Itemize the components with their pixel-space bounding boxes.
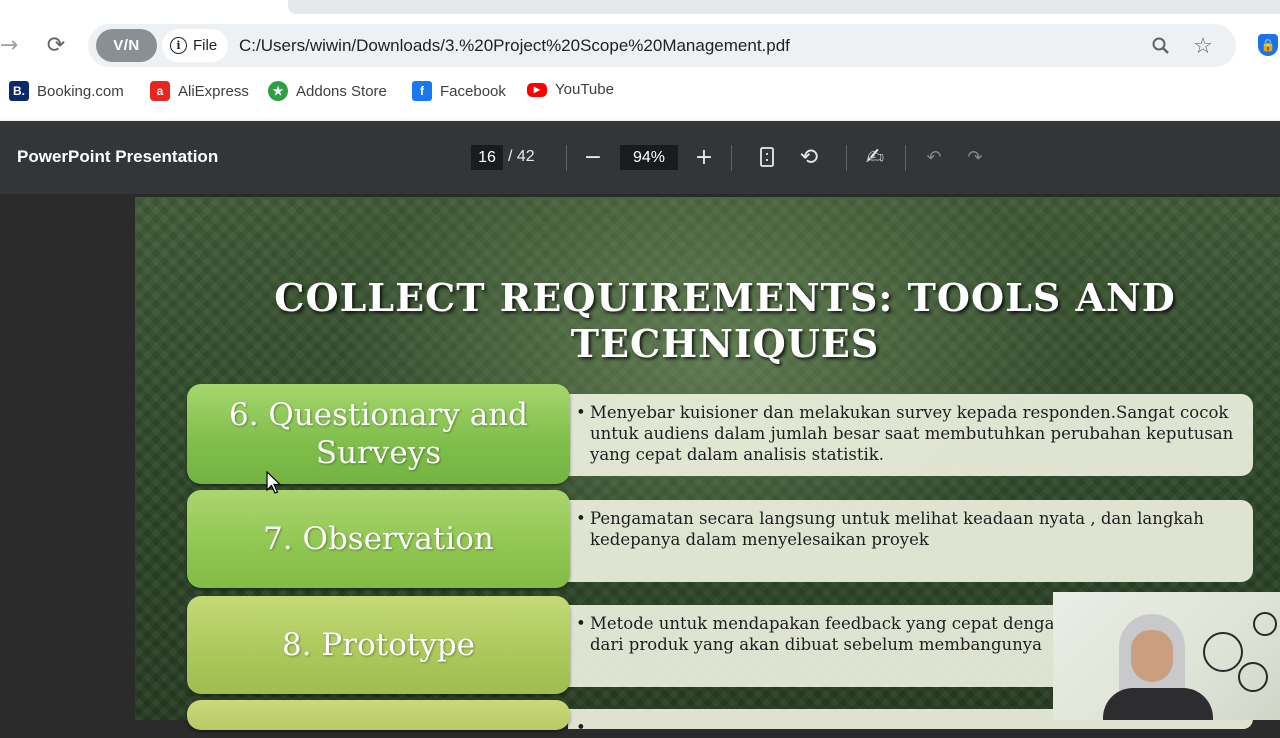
bookmark-label: Facebook [440, 82, 506, 100]
zoom-magnifier-icon[interactable] [1148, 33, 1174, 59]
presenter-face [1131, 630, 1173, 682]
page-total: / 42 [508, 148, 535, 165]
fit-page-icon[interactable] [753, 143, 781, 171]
vpn-button[interactable]: V/N [96, 29, 157, 62]
item-description: Menyebar kuisioner dan melakukan survey … [568, 394, 1253, 476]
browser-chrome: → ⟳ V/N i File C:/Users/wiwin/Downloads/… [0, 0, 1280, 121]
url-text[interactable]: C:/Users/wiwin/Downloads/3.%20Project%20… [239, 36, 790, 56]
bookmark-youtube[interactable]: ▶ YouTube [527, 81, 614, 98]
bookmark-booking[interactable]: B. Booking.com [9, 81, 124, 101]
booking-icon: B. [9, 81, 29, 101]
reload-icon[interactable]: ⟳ [41, 30, 71, 60]
bookmark-label: AliExpress [178, 82, 249, 100]
bookmark-aliexpress[interactable]: a AliExpress [150, 81, 249, 101]
background-pattern [1203, 632, 1243, 672]
tab-strip [288, 0, 1280, 14]
bookmark-label: Addons Store [296, 82, 387, 100]
item-label-questionary: 6. Questionary and Surveys [187, 384, 570, 484]
item-description: Pengamatan secara langsung untuk melihat… [568, 500, 1253, 582]
bookmarks-bar: B. Booking.com a AliExpress ★ Addons Sto… [0, 78, 1280, 108]
slide-title: COLLECT REQUIREMENTS: TOOLS AND TECHNIQU… [135, 275, 1280, 367]
aliexpress-icon: a [150, 81, 170, 101]
file-chip-label: File [193, 37, 218, 54]
site-info-chip[interactable]: i File [162, 29, 228, 62]
slide-title-line-2: TECHNIQUES [570, 321, 880, 366]
redo-icon[interactable]: ↷ [961, 143, 989, 171]
mouse-cursor-icon [266, 471, 282, 494]
zoom-level-input[interactable]: 94% [620, 145, 678, 170]
background-pattern [1238, 662, 1268, 692]
page-number-input[interactable]: 16 [471, 145, 503, 170]
toolbar-divider [905, 145, 906, 171]
facebook-icon: f [412, 81, 432, 101]
toolbar-divider [566, 145, 567, 171]
zoom-out-icon[interactable]: − [579, 143, 607, 171]
slide-title-line-1: COLLECT REQUIREMENTS: TOOLS AND [274, 275, 1176, 320]
bookmark-star-icon[interactable]: ☆ [1190, 33, 1216, 59]
extension-shield-icon[interactable]: 🔒 [1258, 34, 1278, 56]
addons-store-icon: ★ [268, 81, 288, 101]
youtube-icon: ▶ [527, 82, 547, 97]
item-label-observation: 7. Observation [187, 490, 570, 588]
item-label-partial [187, 700, 570, 730]
bookmark-label: Booking.com [37, 82, 124, 100]
bookmark-addons-store[interactable]: ★ Addons Store [268, 81, 387, 101]
rotate-icon[interactable]: ⟲ [795, 143, 823, 171]
toolbar-divider [846, 145, 847, 171]
presenter-body [1103, 688, 1213, 720]
back-arrow-icon[interactable]: → [0, 30, 24, 60]
document-title: PowerPoint Presentation [17, 147, 219, 166]
pdf-toolbar: PowerPoint Presentation 16 / 42 − 94% + … [0, 121, 1280, 194]
background-pattern [1253, 612, 1277, 636]
undo-icon[interactable]: ↶ [920, 143, 948, 171]
draw-annotate-icon[interactable]: ✍ [861, 143, 889, 171]
webcam-overlay [1053, 592, 1280, 720]
bookmark-label: YouTube [555, 81, 614, 98]
item-label-prototype: 8. Prototype [187, 596, 570, 694]
toolbar-divider [731, 145, 732, 171]
info-icon: i [170, 37, 187, 54]
zoom-in-icon[interactable]: + [690, 143, 718, 171]
vpn-label: V/N [113, 37, 140, 54]
address-bar[interactable]: V/N i File C:/Users/wiwin/Downloads/3.%2… [88, 24, 1236, 67]
bookmark-facebook[interactable]: f Facebook [412, 81, 506, 101]
